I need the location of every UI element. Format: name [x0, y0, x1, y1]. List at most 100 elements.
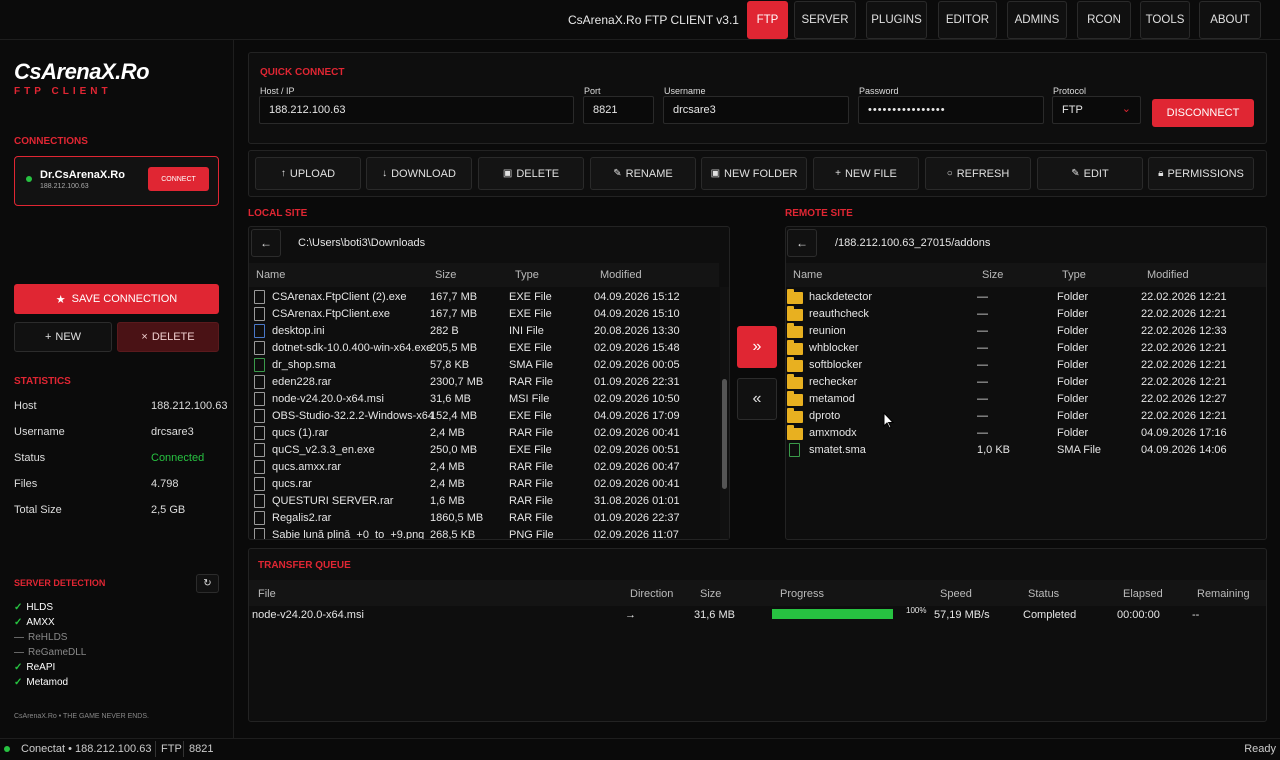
upload-button[interactable]: ↑ UPLOAD [255, 157, 361, 190]
tab-ftp[interactable]: FTP [747, 1, 788, 39]
queue-col-file[interactable]: File [258, 588, 276, 600]
table-row[interactable]: amxmodx — Folder 04.09.2026 17:16 [786, 425, 1266, 442]
table-row[interactable]: OBS-Studio-32.2.2-Windows-x64 152,4 MB EXE… [249, 408, 719, 425]
tab-editor[interactable]: EDITOR [938, 1, 997, 39]
tab-tools[interactable]: TOOLS [1140, 1, 1190, 39]
table-row[interactable]: metamod — Folder 22.02.2026 12:27 [786, 391, 1266, 408]
table-row[interactable]: smatet.sma 1,0 KB SMA File 04.09.2026 14:06 [786, 442, 1266, 459]
remote-col-size[interactable]: Size [982, 269, 1003, 281]
tab-admins[interactable]: ADMINS [1007, 1, 1067, 39]
table-row[interactable]: QUESTURI SERVER.rar 1,6 MB RAR File 31.08.2… [249, 493, 719, 510]
new-file-button[interactable]: + NEW FILE [813, 157, 919, 190]
tab-plugins[interactable]: PLUGINS [866, 1, 927, 39]
delete-connection-button[interactable]: × DELETE [117, 322, 219, 352]
table-row[interactable]: Regalis2.rar 1860,5 MB RAR File 01.09.2026 … [249, 510, 719, 527]
rename-button[interactable]: ✎ RENAME [590, 157, 696, 190]
remote-path-input[interactable]: /188.212.100.63_27015/addons [826, 228, 1266, 258]
table-row[interactable]: quCS_v2.3.3_en.exe 250,0 MB EXE File 02.09.… [249, 442, 719, 459]
detection-label: ReAPI [26, 662, 56, 673]
new-connection-button[interactable]: + NEW [14, 322, 112, 352]
refresh-detection-icon[interactable]: ↻ [196, 574, 219, 593]
check-icon: ✓ [14, 602, 23, 613]
local-col-size[interactable]: Size [435, 269, 456, 281]
remote-back-button[interactable]: ← [787, 229, 817, 257]
queue-col-status[interactable]: Status [1028, 588, 1059, 600]
file-name: amxmodx [809, 427, 857, 439]
queue-col-progress[interactable]: Progress [780, 588, 824, 600]
queue-col-direction[interactable]: Direction [630, 588, 673, 600]
remote-col-name[interactable]: Name [793, 269, 822, 281]
file-type: PNG File [509, 529, 554, 539]
save-connection-button[interactable]: ★ SAVE CONNECTION [14, 284, 219, 314]
edit-label: EDIT [1083, 167, 1109, 180]
refresh-button[interactable]: ○ REFRESH [925, 157, 1031, 190]
file-modified: 22.02.2026 12:21 [1141, 291, 1227, 303]
table-row[interactable]: reunion — Folder 22.02.2026 12:33 [786, 323, 1266, 340]
transfer-queue-heading: TRANSFER QUEUE [258, 560, 351, 571]
table-row[interactable]: dr_shop.sma 57,8 KB SMA File 02.09.2026 00:… [249, 357, 719, 374]
upload-label: UPLOAD [289, 167, 336, 180]
queue-elapsed: 00:00:00 [1117, 609, 1160, 621]
new-folder-button[interactable]: ▣ NEW FOLDER [701, 157, 807, 190]
local-col-modified[interactable]: Modified [600, 269, 642, 281]
queue-status: Completed [1023, 609, 1077, 621]
upload-transfer-button[interactable]: » [737, 326, 777, 368]
table-row[interactable]: reauthcheck — Folder 22.02.2026 12:21 [786, 306, 1266, 323]
transfer-queue-panel [248, 548, 1267, 722]
file-size: 1,6 MB [430, 495, 465, 507]
table-row[interactable]: desktop.ini 282 B INI File 20.08.2026 13:30 [249, 323, 719, 340]
file-name: qucs (1).rar [272, 427, 329, 439]
username-input[interactable]: drcsare3 [663, 96, 849, 124]
table-row[interactable]: qucs (1).rar 2,4 MB RAR File 02.09.2026 00:… [249, 425, 719, 442]
table-row[interactable]: eden228.rar 2300,7 MB RAR File 01.09.2026 2… [249, 374, 719, 391]
table-row[interactable]: dotnet-sdk-10.0.400-win-x64.exe 205,5 MB E… [249, 340, 719, 357]
remote-col-type[interactable]: Type [1062, 269, 1086, 281]
password-input[interactable]: •••••••••••••••• [858, 96, 1044, 124]
queue-row[interactable] [249, 606, 1266, 626]
remote-col-modified[interactable]: Modified [1147, 269, 1189, 281]
edit-button[interactable]: ✎ EDIT [1037, 157, 1143, 190]
delete-button[interactable]: ▣ DELETE [478, 157, 584, 190]
table-row[interactable]: dproto — Folder 22.02.2026 12:21 [786, 408, 1266, 425]
table-row[interactable]: node-v24.20.0-x64.msi 31,6 MB MSI File 02.0… [249, 391, 719, 408]
table-row[interactable]: qucs.amxx.rar 2,4 MB RAR File 02.09.2026 00… [249, 459, 719, 476]
connect-button[interactable]: CONNECT [148, 167, 209, 191]
local-scrollbar[interactable] [720, 287, 729, 539]
table-row[interactable]: Sabie lună plină_+0_to_+9.png 268,5 KB PNG… [249, 527, 719, 539]
host-input[interactable]: 188.212.100.63 [259, 96, 574, 124]
protocol-select[interactable]: FTP ⌄ [1052, 96, 1141, 124]
table-row[interactable]: whblocker — Folder 22.02.2026 12:21 [786, 340, 1266, 357]
local-back-button[interactable]: ← [251, 229, 281, 257]
queue-col-speed[interactable]: Speed [940, 588, 972, 600]
tab-server[interactable]: SERVER [794, 1, 856, 39]
queue-col-elapsed[interactable]: Elapsed [1123, 588, 1163, 600]
progress-bar [772, 609, 893, 619]
table-row[interactable]: softblocker — Folder 22.02.2026 12:21 [786, 357, 1266, 374]
tab-rcon[interactable]: RCON [1077, 1, 1131, 39]
file-modified: 02.09.2026 11:07 [594, 529, 679, 539]
local-col-type[interactable]: Type [515, 269, 539, 281]
connection-card[interactable]: Dr.CsArenaX.Ro 188.212.100.63 CONNECT [14, 156, 219, 206]
table-row[interactable]: hackdetector — Folder 22.02.2026 12:21 [786, 289, 1266, 306]
file-modified: 02.09.2026 00:41 [594, 478, 680, 490]
detection-label: ReHLDS [28, 632, 68, 643]
table-row[interactable]: CSArenax.FtpClient.exe 167,7 MB EXE File 04… [249, 306, 719, 323]
queue-col-remaining[interactable]: Remaining [1197, 588, 1250, 600]
table-row[interactable]: CSArenax.FtpClient (2).exe 167,7 MB EXE Fi… [249, 289, 719, 306]
download-transfer-button[interactable]: « [737, 378, 777, 420]
table-row[interactable]: rechecker — Folder 22.02.2026 12:21 [786, 374, 1266, 391]
permissions-button[interactable]: 🔒︎ PERMISSIONS [1148, 157, 1254, 190]
disconnect-button[interactable]: DISCONNECT [1152, 99, 1254, 127]
status-dot-icon [4, 746, 10, 752]
local-col-name[interactable]: Name [256, 269, 285, 281]
file-size: 2,4 MB [430, 478, 465, 490]
queue-col-size[interactable]: Size [700, 588, 721, 600]
file-type: SMA File [1057, 444, 1102, 456]
download-button[interactable]: ↓ DOWNLOAD [366, 157, 472, 190]
local-path-input[interactable]: C:\Users\boti3\Downloads [289, 228, 729, 258]
port-input[interactable]: 8821 [583, 96, 654, 124]
local-scroll-thumb[interactable] [722, 379, 727, 489]
tab-about[interactable]: ABOUT [1199, 1, 1261, 39]
table-row[interactable]: qucs.rar 2,4 MB RAR File 02.09.2026 00:41 [249, 476, 719, 493]
delete-label: DELETE [516, 167, 560, 180]
